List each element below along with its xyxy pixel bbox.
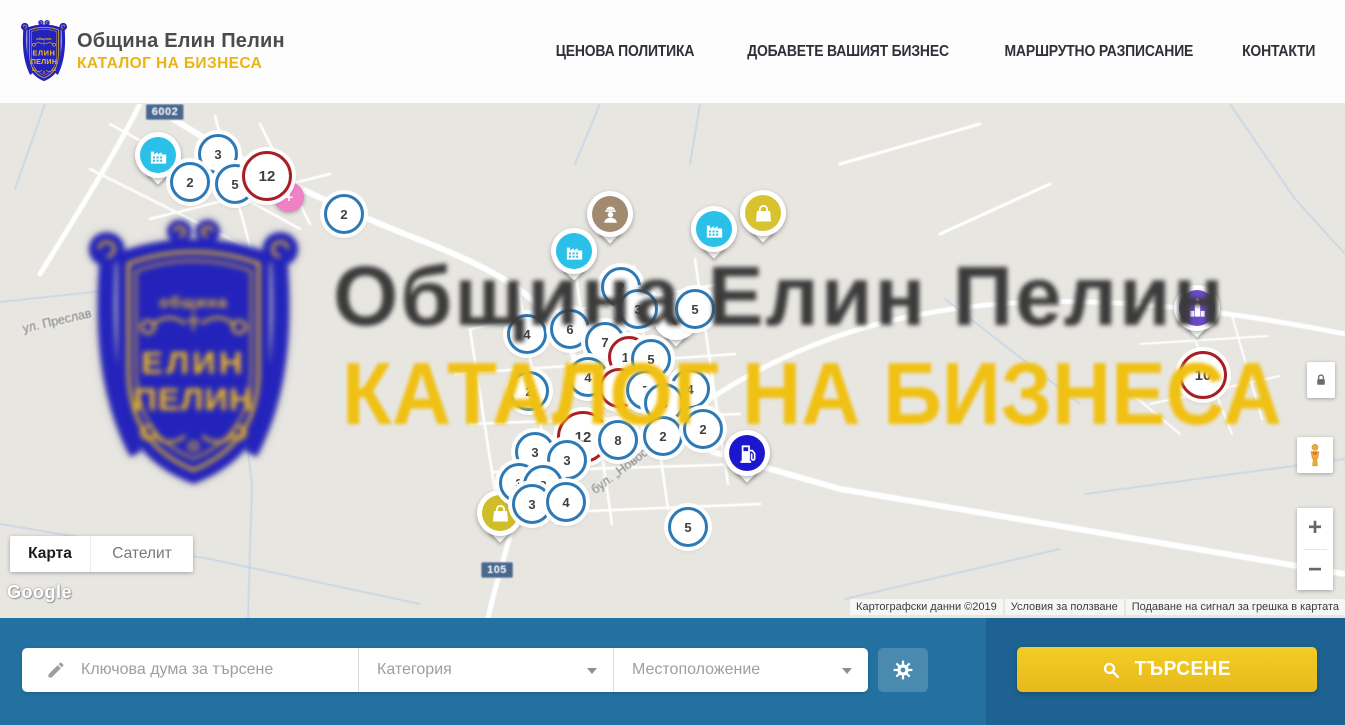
pegman-control[interactable] [1297,437,1333,473]
keyword-input[interactable] [81,661,348,679]
search-submit-button[interactable]: ТЪРСЕНЕ [1017,647,1317,692]
map-attribution: Картографски данни ©2019 Условия за полз… [850,599,1345,615]
nav-add-your-business[interactable]: ДОБАВЕТЕ ВАШИЯТ БИЗНЕС [747,43,949,61]
road-number-shield: 6002 [146,104,184,120]
municipality-crest-icon [20,19,68,84]
location-select-value: Местоположение [632,661,760,679]
chevron-down-icon [587,668,597,674]
nav-contacts[interactable]: КОНТАКТИ [1242,43,1315,61]
cluster-marker[interactable]: 2 [324,194,364,234]
church-pin[interactable] [1174,285,1220,345]
chevron-down-icon [842,668,852,674]
google-logo[interactable]: Google [7,582,72,603]
page: община ЕЛИН ПЕЛИН Община Елин Пелин КАТА… [0,0,1345,725]
nav-pricing-policy[interactable]: ЦЕНОВА ПОЛИТИКА [556,43,695,61]
cluster-marker[interactable]: 4 [507,314,547,354]
cluster-marker[interactable]: 3 [618,289,658,329]
pegman-icon [1302,442,1328,468]
church-icon [1179,290,1215,326]
cluster-marker[interactable]: 2 [509,371,549,411]
cluster-marker[interactable]: 2 [683,409,723,449]
cluster-marker[interactable]: 2 [643,416,683,456]
factory-pin[interactable] [691,206,737,266]
cluster-marker[interactable]: 8 [598,420,638,460]
road-number-shield: 105 [481,562,513,578]
zoom-in-button[interactable]: + [1297,508,1333,549]
maptype-map-button[interactable]: Карта [10,536,90,572]
worker-icon [592,196,628,232]
factory-icon [140,137,176,173]
map-data-copyright: Картографски данни ©2019 [850,599,1003,615]
gear-icon [891,658,915,682]
cluster-marker[interactable]: 4 [546,482,586,522]
lock-icon [1312,371,1330,389]
location-select[interactable]: Местоположение [613,648,868,692]
search-submit-label: ТЪРСЕНЕ [1134,658,1230,681]
site-subtitle: КАТАЛОГ НА БИЗНЕСА [77,55,279,73]
zoom-out-button[interactable]: − [1297,550,1333,591]
zoom-control: + − [1297,508,1333,590]
streetview-lock-control[interactable] [1307,362,1335,398]
map-canvas[interactable]: 6002105ул. Преславбул. „Новосел +3251222… [0,104,1345,618]
advanced-search-settings-button[interactable] [878,648,928,692]
cluster-marker[interactable]: 12 [242,151,292,201]
fuel-pump-icon [729,435,765,471]
worker-pin[interactable] [587,191,633,251]
fuel-pump-pin[interactable] [724,430,770,490]
cluster-marker[interactable]: 5 [668,507,708,547]
shopping-bag-pin[interactable] [740,190,786,250]
pencil-icon [46,660,66,680]
maptype-control: Карта Сателит [10,536,193,572]
terms-of-use-link[interactable]: Условия за ползване [1005,599,1124,615]
search-fields: Категория Местоположение [22,648,868,692]
cluster-marker[interactable]: 5 [675,289,715,329]
site-logo[interactable]: Община Елин Пелин КАТАЛОГ НА БИЗНЕСА [20,19,285,84]
site-title: Община Елин Пелин [77,30,285,53]
cluster-marker[interactable]: 6 [550,309,590,349]
maptype-satellite-button[interactable]: Сателит [90,536,193,572]
search-icon [1101,660,1121,680]
main-nav: ЦЕНОВА ПОЛИТИКА ДОБАВЕТЕ ВАШИЯТ БИЗНЕС М… [548,43,1319,61]
shopping-bag-icon [745,195,781,231]
cluster-marker[interactable]: 2 [170,162,210,202]
category-select-value: Категория [377,661,452,679]
report-map-error-link[interactable]: Подаване на сигнал за грешка в картата [1126,599,1345,615]
keyword-field [22,648,358,692]
header: Община Елин Пелин КАТАЛОГ НА БИЗНЕСА ЦЕН… [0,0,1345,104]
search-bar: Категория Местоположение [0,618,1345,725]
factory-icon [696,211,732,247]
cluster-marker[interactable]: 10 [1179,351,1227,399]
category-select[interactable]: Категория [358,648,613,692]
nav-transport-schedule[interactable]: МАРШРУТНО РАЗПИСАНИЕ [1005,43,1194,61]
